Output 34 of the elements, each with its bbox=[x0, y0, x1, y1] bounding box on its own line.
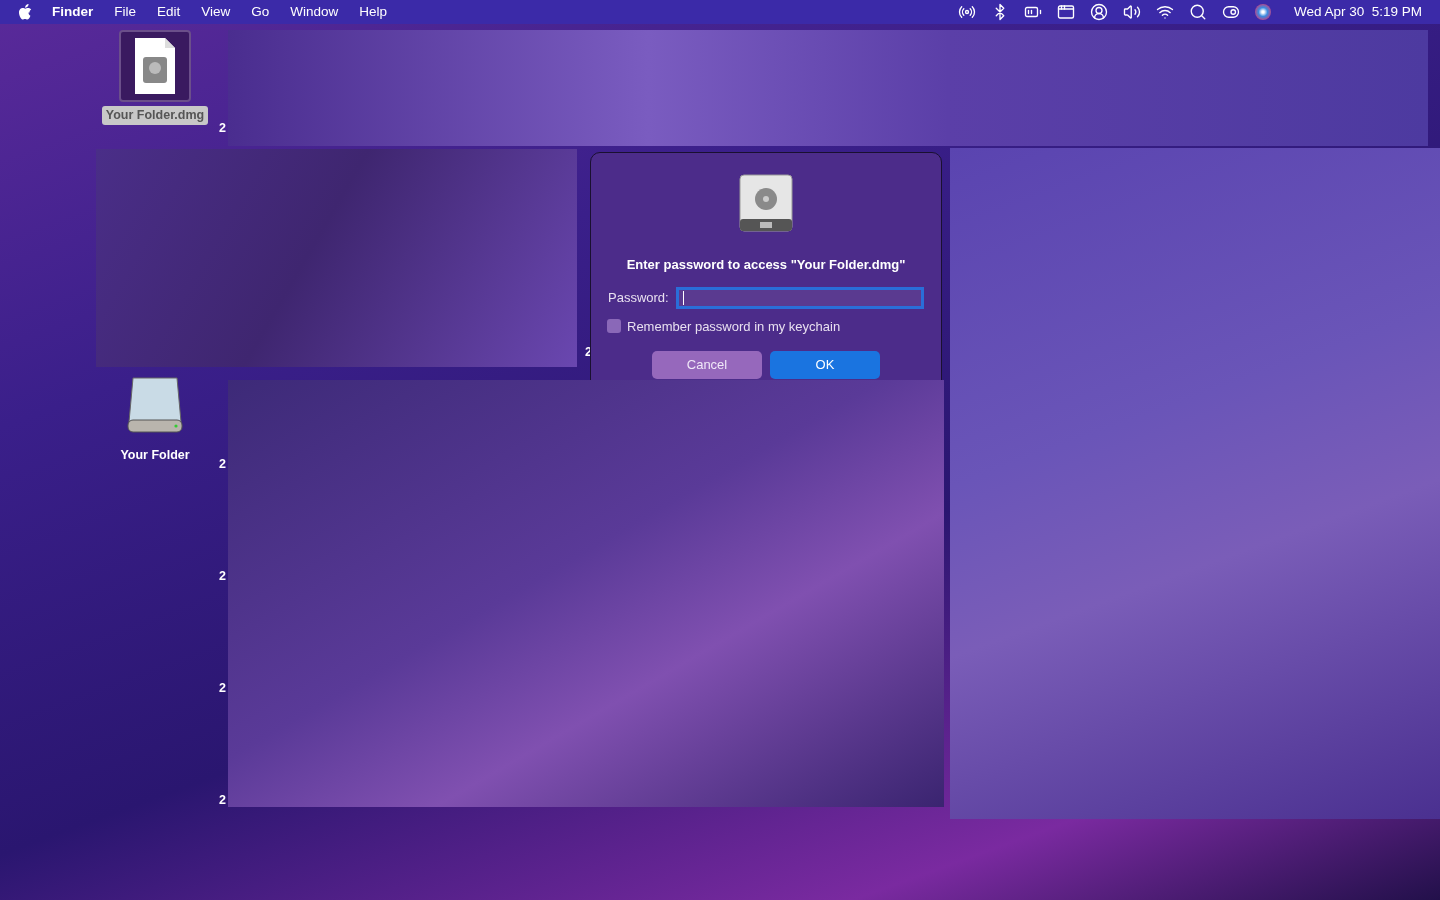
menu-item[interactable]: Go bbox=[251, 1, 270, 23]
remember-checkbox[interactable] bbox=[607, 319, 621, 334]
external-drive-icon[interactable] bbox=[125, 376, 185, 436]
menu-clock[interactable]: Wed Apr 30 5:19 PM bbox=[1293, 1, 1422, 23]
password-field[interactable] bbox=[675, 286, 924, 309]
file-name[interactable]: Your Folder bbox=[116, 446, 194, 465]
text-cursor bbox=[682, 290, 684, 305]
password-label: Password: bbox=[608, 288, 669, 307]
checkbox-label: Remember password in my keychain bbox=[627, 317, 841, 336]
partial-label: 2 bbox=[219, 568, 226, 585]
dialog-button[interactable]: OK bbox=[770, 351, 880, 379]
search-icon[interactable] bbox=[1188, 3, 1207, 21]
app-menu[interactable]: Finder bbox=[52, 1, 94, 23]
file-name[interactable]: Your Folder.dmg bbox=[101, 106, 209, 125]
menu-item[interactable]: Help bbox=[359, 1, 388, 23]
partial-label: 2 bbox=[219, 680, 226, 697]
menu-item[interactable]: View bbox=[201, 1, 231, 23]
disk-image-file-icon[interactable] bbox=[133, 37, 177, 95]
window-icon[interactable] bbox=[1056, 3, 1075, 21]
partial-label: 2 bbox=[219, 792, 226, 809]
volume-icon[interactable] bbox=[1122, 3, 1141, 21]
user-icon[interactable] bbox=[1089, 3, 1108, 21]
dialog-button[interactable]: Cancel bbox=[652, 351, 762, 379]
dialog-message: Enter password to access "Your Folder.dmg" bbox=[626, 256, 906, 274]
airdrop-icon[interactable] bbox=[957, 3, 976, 21]
partial-label: 2 bbox=[219, 456, 226, 473]
wifi-icon[interactable] bbox=[1155, 3, 1174, 21]
apple-logo-icon[interactable] bbox=[18, 4, 32, 20]
siri-icon[interactable] bbox=[1254, 4, 1271, 20]
menu-item[interactable]: Edit bbox=[157, 1, 181, 23]
menu-item[interactable]: File bbox=[114, 1, 137, 23]
control-center-icon[interactable] bbox=[1221, 3, 1240, 21]
menu-item[interactable]: Window bbox=[290, 1, 339, 23]
partial-label: 2 bbox=[219, 120, 226, 137]
